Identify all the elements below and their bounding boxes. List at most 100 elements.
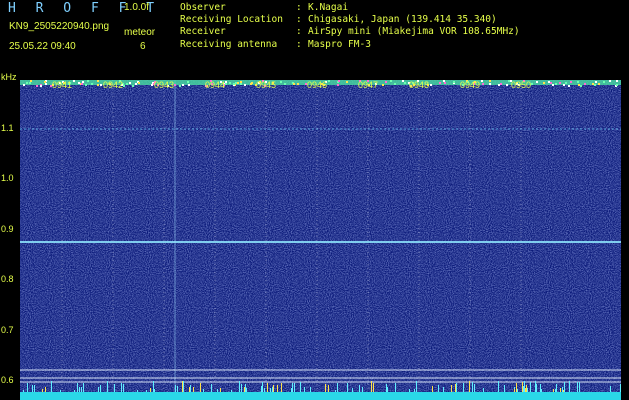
speckle — [338, 80, 340, 82]
speckle — [85, 84, 87, 86]
speckle — [498, 84, 500, 86]
time-tick-label: 0948 — [409, 80, 430, 90]
speckle — [135, 83, 137, 85]
time-tick-label: 0942 — [103, 80, 124, 90]
spike — [451, 385, 452, 392]
y-tick-label: 0.7 — [1, 325, 14, 335]
version-label: 1.0.0f — [124, 2, 150, 13]
speckle — [284, 83, 286, 85]
y-tick-label: 0.8 — [1, 274, 14, 284]
filename-label: KN9_2505220940.png — [9, 21, 110, 32]
speckle — [78, 82, 80, 84]
speckle — [97, 84, 99, 86]
speckle — [439, 82, 441, 84]
speckle — [225, 83, 227, 85]
spike — [455, 384, 456, 392]
speckle — [580, 85, 582, 87]
speckle — [151, 84, 153, 86]
spike — [45, 387, 46, 392]
spike — [34, 385, 35, 392]
speckle — [251, 82, 253, 84]
speckle — [187, 81, 189, 83]
speckle — [598, 83, 600, 85]
speckle — [578, 84, 580, 86]
spike — [189, 387, 190, 392]
noise-layer — [20, 80, 621, 400]
spike — [241, 384, 242, 392]
speckle — [382, 84, 384, 86]
speckle — [293, 83, 295, 85]
spike — [536, 384, 537, 392]
speckle — [489, 80, 491, 82]
spike — [556, 384, 557, 392]
spike — [153, 381, 154, 392]
spike — [359, 385, 360, 392]
spike — [577, 382, 578, 392]
spike — [395, 388, 396, 392]
spike — [83, 383, 84, 392]
speckle — [594, 84, 596, 86]
spike — [469, 381, 470, 392]
time-tick-label: 0946 — [307, 80, 328, 90]
y-tick-label: 1.1 — [1, 123, 14, 133]
speckle — [237, 82, 239, 84]
spike — [463, 383, 464, 392]
speckle — [297, 83, 299, 85]
spike — [190, 385, 191, 392]
speckle — [23, 84, 25, 86]
time-tick-label: 0944 — [205, 80, 226, 90]
speckle — [91, 83, 93, 85]
spike — [79, 387, 80, 392]
speckle — [182, 84, 184, 86]
spike — [563, 390, 564, 392]
spike — [272, 387, 273, 392]
spike — [42, 389, 43, 392]
spike — [525, 388, 526, 392]
speckle — [45, 83, 47, 85]
spike — [98, 387, 99, 392]
spike — [325, 384, 326, 392]
spike — [416, 381, 417, 392]
spike — [137, 390, 138, 392]
info-row-antenna: Receiving antenna: Maspro FM-3 — [180, 38, 371, 50]
spike — [277, 385, 278, 392]
speckle — [81, 83, 83, 85]
spike — [292, 383, 293, 392]
speckle — [531, 83, 533, 85]
spike — [553, 389, 554, 392]
speckle — [235, 82, 237, 84]
spike — [555, 389, 556, 392]
spike — [432, 386, 433, 392]
spike — [123, 384, 124, 392]
speckle — [280, 81, 282, 83]
spike — [211, 384, 212, 392]
datetime-label: 25.05.22 09:40 — [9, 41, 76, 52]
speckle — [577, 81, 579, 83]
spike — [409, 389, 410, 392]
speckle — [552, 84, 554, 86]
header-panel: H R O F F T 1.0.0f KN9_2505220940.png me… — [0, 0, 629, 78]
spike — [114, 384, 115, 392]
spike — [498, 388, 499, 392]
spike — [347, 383, 348, 392]
spike — [535, 381, 536, 392]
spike — [273, 385, 274, 392]
speckle — [481, 80, 483, 82]
y-tick-label: 1.0 — [1, 173, 14, 183]
speckle — [394, 83, 396, 85]
spike — [177, 386, 178, 392]
spike — [352, 388, 353, 392]
spike — [523, 386, 524, 392]
spike — [81, 387, 82, 392]
spike — [27, 383, 28, 392]
spike — [438, 385, 439, 392]
spectrogram: 0941 0942 0943 0944 0945 0946 0947 0948 0949 0950 — [20, 80, 621, 400]
info-row-location: Receiving Location: Chigasaki, Japan (139… — [180, 14, 497, 26]
spike — [564, 382, 565, 392]
spike — [264, 388, 265, 392]
spike — [516, 383, 517, 392]
spike — [244, 387, 245, 392]
speckle — [132, 85, 134, 87]
speckle — [550, 82, 552, 84]
speckle — [453, 81, 455, 83]
